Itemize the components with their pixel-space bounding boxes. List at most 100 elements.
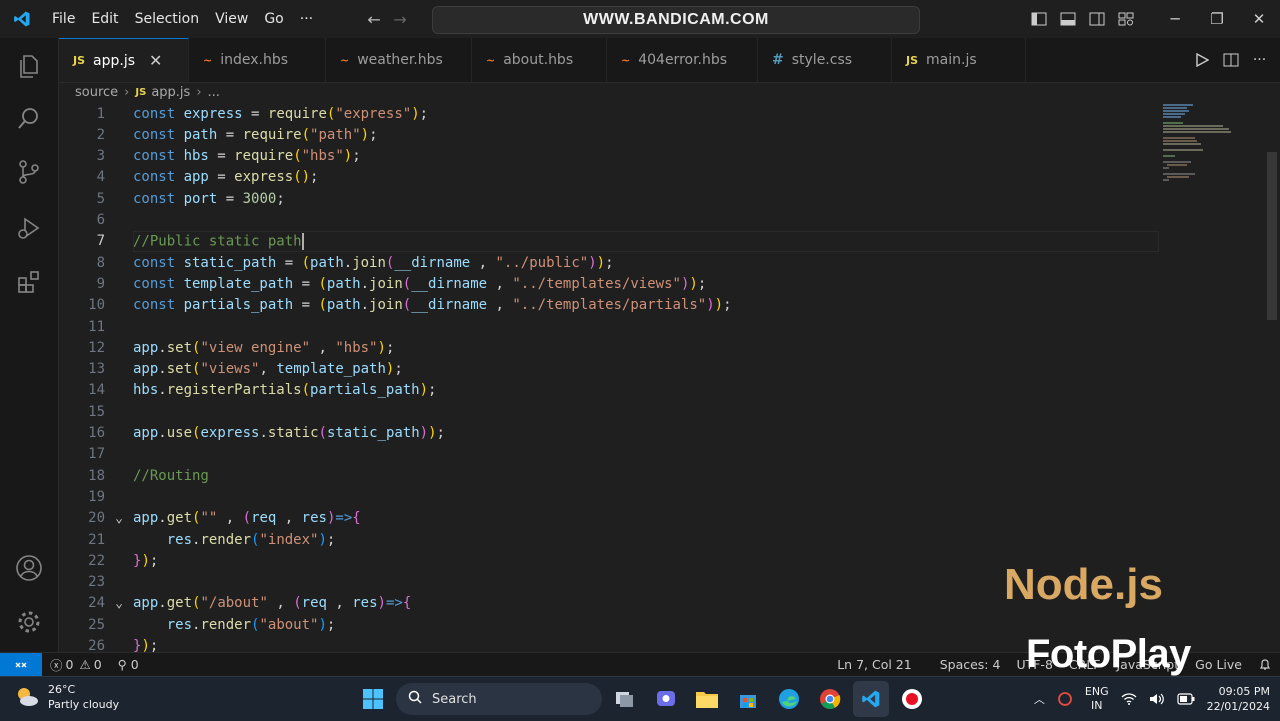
code-line[interactable]: 26}); bbox=[59, 636, 1159, 652]
cursor-position[interactable]: Ln 7, Col 21 bbox=[829, 657, 920, 672]
file-explorer-icon[interactable] bbox=[689, 681, 725, 717]
notifications-bell-icon[interactable] bbox=[1250, 658, 1280, 672]
manage-gear-icon[interactable] bbox=[0, 598, 58, 646]
problems-indicator[interactable]: ⓧ 0 ⚠ 0 bbox=[42, 655, 110, 674]
code-line[interactable]: 11 bbox=[59, 316, 1159, 337]
ports-indicator[interactable]: ⚲ 0 bbox=[110, 657, 147, 672]
menu-edit[interactable]: Edit bbox=[83, 11, 126, 27]
bandicam-record-icon[interactable] bbox=[894, 681, 930, 717]
tab-style-css[interactable]: # style.css bbox=[758, 38, 892, 82]
close-tab-icon[interactable]: ✕ bbox=[149, 51, 162, 70]
code-line[interactable]: 20 ⌄ app.get("" , (req , res)=>{ bbox=[59, 508, 1159, 529]
toggle-secondary-sidebar-icon[interactable] bbox=[1082, 0, 1111, 38]
sync-icon[interactable] bbox=[1051, 691, 1079, 707]
windows-start-icon[interactable] bbox=[355, 681, 391, 717]
code-line[interactable]: 23 bbox=[59, 572, 1159, 593]
code-line[interactable]: 2 const path = require("path"); bbox=[59, 124, 1159, 145]
menu-more[interactable]: ··· bbox=[292, 11, 321, 27]
battery-icon[interactable] bbox=[1171, 693, 1201, 705]
vertical-scrollbar[interactable] bbox=[1267, 152, 1277, 320]
run-file-icon[interactable] bbox=[1187, 38, 1216, 82]
source-control-icon[interactable] bbox=[0, 148, 58, 196]
forward-arrow-icon[interactable]: → bbox=[387, 10, 413, 29]
more-actions-icon[interactable]: ··· bbox=[1245, 38, 1274, 82]
explorer-icon[interactable] bbox=[0, 42, 58, 90]
vscode-logo-icon[interactable] bbox=[0, 0, 44, 38]
weather-widget[interactable]: 26°C Partly cloudy bbox=[14, 682, 119, 712]
code-token: . bbox=[360, 297, 370, 314]
chrome-browser-icon[interactable] bbox=[812, 681, 848, 717]
code-line[interactable]: 22}); bbox=[59, 550, 1159, 571]
edge-browser-icon[interactable] bbox=[771, 681, 807, 717]
go-live-button[interactable]: Go Live bbox=[1187, 657, 1250, 672]
vscode-taskbar-icon[interactable] bbox=[853, 681, 889, 717]
tab-weather-hbs[interactable]: ~ weather.hbs bbox=[326, 38, 472, 82]
tab-about-hbs[interactable]: ~ about.hbs bbox=[472, 38, 607, 82]
menu-view[interactable]: View bbox=[207, 11, 256, 27]
code-line[interactable]: 25 res.render("about"); bbox=[59, 614, 1159, 635]
clock[interactable]: 09:05 PM 22/01/2024 bbox=[1201, 684, 1280, 714]
microsoft-store-icon[interactable] bbox=[730, 681, 766, 717]
code-line[interactable]: 1 const express = require("express"); bbox=[59, 103, 1159, 124]
code-token: ; bbox=[369, 126, 378, 143]
menu-selection[interactable]: Selection bbox=[127, 11, 208, 27]
menu-go[interactable]: Go bbox=[256, 11, 291, 27]
code-line[interactable]: 12 app.set("view engine" , "hbs"); bbox=[59, 337, 1159, 358]
code-token: //Public static path bbox=[133, 233, 302, 250]
indentation[interactable]: Spaces: 4 bbox=[932, 657, 1009, 672]
code-token: . bbox=[158, 425, 167, 441]
command-center[interactable]: WWW.BANDICAM.COM bbox=[432, 6, 920, 34]
code-line[interactable]: 4 const app = express(); bbox=[59, 167, 1159, 188]
code-line[interactable]: 17 bbox=[59, 444, 1159, 465]
code-line[interactable]: 9 const template_path = (path.join(__dirn… bbox=[59, 273, 1159, 294]
volume-icon[interactable] bbox=[1143, 692, 1171, 706]
back-arrow-icon[interactable]: ← bbox=[361, 10, 387, 29]
run-debug-icon[interactable] bbox=[0, 204, 58, 252]
tab-app-js[interactable]: JS app.js ✕ bbox=[59, 38, 189, 82]
fold-chevron-icon[interactable]: ⌄ bbox=[105, 511, 133, 526]
code-line[interactable]: 14 hbs.registerPartials(partials_path); bbox=[59, 380, 1159, 401]
code-token: express bbox=[183, 105, 243, 122]
menu-file[interactable]: File bbox=[44, 11, 83, 27]
teams-chat-icon[interactable] bbox=[648, 681, 684, 717]
tab-main-js[interactable]: JS main.js bbox=[892, 38, 1026, 82]
task-view-icon[interactable] bbox=[607, 681, 643, 717]
restore-icon[interactable]: ❐ bbox=[1196, 0, 1238, 38]
code-line[interactable]: 8 const static_path = (path.join(__dirnam… bbox=[59, 252, 1159, 273]
code-line[interactable]: 15 bbox=[59, 401, 1159, 422]
tab-404error-hbs[interactable]: ~ 404error.hbs bbox=[607, 38, 758, 82]
input-language[interactable]: ENG IN bbox=[1079, 685, 1115, 713]
fold-chevron-icon[interactable]: ⌄ bbox=[105, 596, 133, 611]
toggle-primary-sidebar-icon[interactable] bbox=[1024, 0, 1053, 38]
code-line[interactable]: 10 const partials_path = (path.join(__dir… bbox=[59, 295, 1159, 316]
error-count: 0 bbox=[65, 657, 74, 672]
search-icon[interactable] bbox=[0, 94, 58, 142]
taskbar-search[interactable]: Search bbox=[396, 683, 602, 715]
minimize-icon[interactable]: ─ bbox=[1154, 0, 1196, 38]
minimap[interactable] bbox=[1159, 102, 1269, 652]
code-line[interactable]: 5 const port = 3000; bbox=[59, 188, 1159, 209]
split-editor-icon[interactable] bbox=[1216, 38, 1245, 82]
code-line[interactable]: 13 app.set("views", template_path); bbox=[59, 359, 1159, 380]
toggle-panel-icon[interactable] bbox=[1053, 0, 1082, 38]
code-line[interactable]: 19 bbox=[59, 486, 1159, 507]
wifi-icon[interactable] bbox=[1115, 692, 1143, 706]
show-hidden-icons-chevron-icon[interactable]: ︿ bbox=[1028, 691, 1051, 707]
tab-index-hbs[interactable]: ~ index.hbs bbox=[189, 38, 326, 82]
code-line[interactable]: 24 ⌄ app.get("/about" , (req , res)=>{ bbox=[59, 593, 1159, 614]
breadcrumb-folder[interactable]: source bbox=[75, 85, 118, 100]
code-line[interactable]: 6 bbox=[59, 210, 1159, 231]
code-line[interactable]: 18 //Routing bbox=[59, 465, 1159, 486]
breadcrumb-file[interactable]: app.js bbox=[151, 85, 190, 100]
remote-indicator-icon[interactable] bbox=[0, 653, 42, 676]
code-line[interactable]: 7 //Public static path bbox=[59, 230, 1159, 252]
code-line[interactable]: 16 app.use(express.static(static_path)); bbox=[59, 423, 1159, 444]
code-line[interactable]: 21 res.render("index"); bbox=[59, 529, 1159, 550]
customize-layout-icon[interactable] bbox=[1111, 0, 1140, 38]
extensions-icon[interactable] bbox=[0, 258, 58, 306]
account-icon[interactable] bbox=[0, 544, 58, 592]
code-line[interactable]: 3 const hbs = require("hbs"); bbox=[59, 146, 1159, 167]
code-editor[interactable]: 1 const express = require("express"); 2 con… bbox=[59, 102, 1159, 652]
breadcrumb-symbols[interactable]: ... bbox=[208, 85, 220, 100]
close-window-icon[interactable]: ✕ bbox=[1238, 0, 1280, 38]
